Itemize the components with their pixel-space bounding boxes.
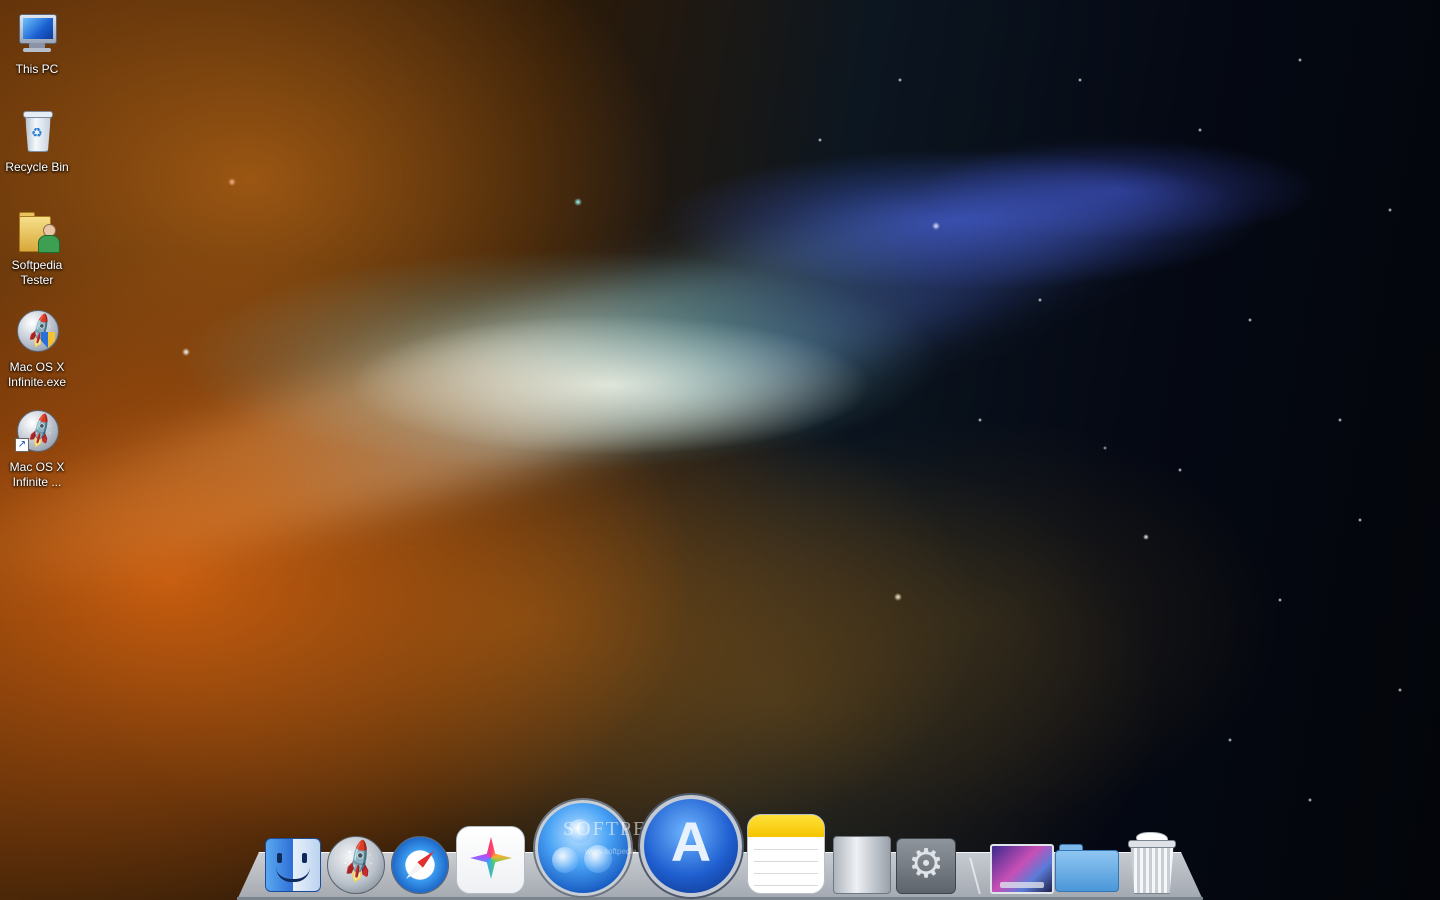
photos-icon[interactable] (456, 826, 525, 894)
desktop-icon-label: Mac OS X Infinite.exe (7, 360, 67, 389)
desktop-icon-label: Softpedia Tester (11, 258, 63, 287)
mac-pro-icon[interactable] (833, 836, 891, 894)
desktop-icon-mac-os-x-infinite-exe[interactable]: 🚀 Mac OS X Infinite.exe (0, 308, 74, 390)
app-store-icon[interactable]: A (640, 795, 742, 897)
desktop-icon-softpedia-tester[interactable]: Softpedia Tester (0, 206, 74, 288)
desktop-icon-label: This PC (15, 62, 59, 76)
desktop-icon-mac-os-x-infinite-shortcut[interactable]: 🚀 ↗ Mac OS X Infinite ... (0, 408, 74, 490)
launchpad-icon[interactable]: 🚀 (327, 836, 385, 894)
user-folder-icon (13, 206, 61, 254)
desktop-wallpaper (0, 0, 1440, 900)
desktop-icon-this-pc[interactable]: This PC (0, 10, 74, 77)
desktop-icon-recycle-bin[interactable]: ♻ Recycle Bin (0, 108, 74, 175)
finder-icon[interactable] (265, 838, 321, 892)
applications-folder-icon[interactable] (1055, 842, 1119, 892)
safari-icon[interactable] (391, 836, 449, 894)
desktop-stack-icon[interactable] (990, 844, 1054, 894)
system-preferences-icon[interactable]: ⚙ (896, 838, 956, 894)
recycle-bin-icon: ♻ (13, 108, 61, 156)
computer-icon (13, 10, 61, 58)
trash-icon[interactable] (1126, 832, 1176, 894)
rocket-shield-icon: 🚀 (13, 308, 61, 356)
rocket-shortcut-icon: 🚀 ↗ (13, 408, 61, 456)
desktop-icon-label: Recycle Bin (5, 160, 69, 174)
desktop-icon-label: Mac OS X Infinite ... (9, 460, 65, 489)
notes-icon[interactable] (747, 814, 825, 894)
